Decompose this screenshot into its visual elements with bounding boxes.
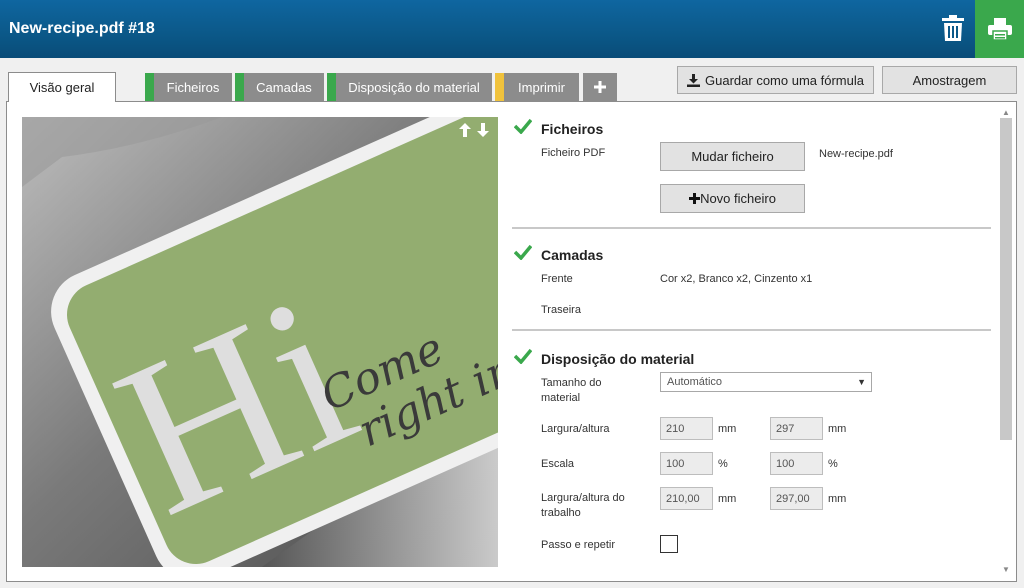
tab-media-layout[interactable]: Disposição do material <box>327 73 492 101</box>
media-size-select[interactable]: Automático ▼ <box>660 372 872 392</box>
header-bar: New-recipe.pdf #18 <box>0 0 1024 58</box>
new-file-button[interactable]: Novo ficheiro <box>660 184 805 213</box>
sampling-button[interactable]: Amostragem <box>882 66 1017 94</box>
scale-label: Escala <box>541 458 575 470</box>
tab-label: Visão geral <box>29 80 95 95</box>
tab-label: Imprimir <box>518 79 565 95</box>
scale-y-unit: % <box>828 458 838 470</box>
save-as-formula-button[interactable]: Guardar como uma fórmula <box>677 66 874 94</box>
download-icon <box>687 73 701 87</box>
files-section-title: Ficheiros <box>541 121 604 137</box>
check-icon <box>514 118 532 134</box>
check-icon <box>514 348 532 364</box>
status-stripe <box>327 73 336 101</box>
tab-label: Camadas <box>256 79 312 95</box>
tab-add[interactable] <box>583 73 617 101</box>
pdf-file-label: Ficheiro PDF <box>541 147 606 159</box>
section-divider <box>512 227 991 229</box>
job-size-label: Largura/altura do trabalho <box>541 492 625 519</box>
front-value: Cor x2, Branco x2, Cinzento x1 <box>660 273 813 285</box>
width-unit: mm <box>718 423 737 435</box>
delete-button[interactable] <box>934 8 972 48</box>
height-unit: mm <box>828 423 847 435</box>
preview-image: Hi Come right in <box>22 117 498 567</box>
tab-files[interactable]: Ficheiros <box>145 73 232 101</box>
status-stripe <box>145 73 154 101</box>
trash-icon <box>942 15 964 41</box>
scale-x-unit: % <box>718 458 728 470</box>
printer-icon <box>987 18 1012 40</box>
step-repeat-label: Passo e repetir <box>541 539 615 551</box>
scroll-up-icon[interactable]: ▲ <box>1002 108 1010 117</box>
section-divider <box>512 329 991 331</box>
arrow-up-down-icon <box>459 123 489 137</box>
job-height-unit: mm <box>828 493 847 505</box>
page-title: New-recipe.pdf #18 <box>9 20 155 37</box>
back-label: Traseira <box>541 304 581 316</box>
check-icon <box>514 244 532 260</box>
change-file-label: Mudar ficheiro <box>691 149 774 164</box>
scroll-thumb[interactable] <box>1000 118 1012 440</box>
job-width-unit: mm <box>718 493 737 505</box>
scale-y-input[interactable]: 100 <box>770 452 823 475</box>
plus-icon <box>689 193 701 204</box>
swap-sides-button[interactable] <box>459 123 491 142</box>
sampling-label: Amostragem <box>912 72 987 88</box>
job-width-input[interactable]: 210,00 <box>660 487 713 510</box>
media-size-label: Tamanho do material <box>541 377 602 404</box>
tab-layers[interactable]: Camadas <box>235 73 324 101</box>
width-input[interactable]: 210 <box>660 417 713 440</box>
status-stripe <box>235 73 244 101</box>
layers-section-title: Camadas <box>541 247 604 263</box>
plus-icon <box>594 81 606 93</box>
width-height-label: Largura/altura <box>541 423 610 435</box>
change-file-button[interactable]: Mudar ficheiro <box>660 142 805 171</box>
front-label: Frente <box>541 273 573 285</box>
tab-overview[interactable]: Visão geral <box>8 72 116 102</box>
job-height-input[interactable]: 297,00 <box>770 487 823 510</box>
scroll-down-icon[interactable]: ▼ <box>1002 565 1010 574</box>
document-preview: Hi Come right in <box>22 117 498 567</box>
save-as-formula-label: Guardar como uma fórmula <box>705 72 864 88</box>
scrollbar[interactable]: ▲ ▼ <box>998 104 1014 578</box>
tab-print[interactable]: Imprimir <box>495 73 579 101</box>
overview-details: Ficheiros Ficheiro PDF Mudar ficheiro Ne… <box>512 104 992 574</box>
chevron-down-icon: ▼ <box>857 377 866 387</box>
print-button[interactable] <box>975 0 1024 58</box>
layout-section-title: Disposição do material <box>541 351 695 367</box>
step-repeat-checkbox[interactable] <box>660 535 678 553</box>
scale-x-input[interactable]: 100 <box>660 452 713 475</box>
media-size-value: Automático <box>667 376 723 388</box>
status-stripe <box>495 73 504 101</box>
pdf-filename: New-recipe.pdf <box>819 148 893 160</box>
tab-label: Ficheiros <box>166 79 220 95</box>
height-input[interactable]: 297 <box>770 417 823 440</box>
tab-label: Disposição do material <box>348 79 480 95</box>
new-file-label: Novo ficheiro <box>700 191 776 206</box>
